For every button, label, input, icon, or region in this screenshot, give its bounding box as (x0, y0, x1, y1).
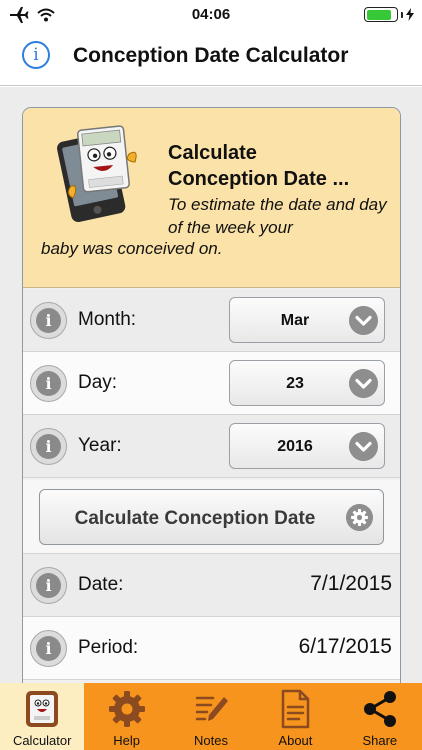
calculator-card: Calculate Conception Date ... To estimat… (22, 107, 401, 683)
date-value: 7/1/2015 (310, 572, 392, 595)
period-result-row: i Period: 6/17/2015 (23, 617, 400, 680)
year-row: i Year: 2016 (23, 415, 400, 478)
tab-notes[interactable]: Notes (169, 683, 253, 750)
battery-nub (401, 11, 403, 18)
chevron-down-icon (349, 306, 378, 335)
document-icon (282, 689, 310, 729)
month-info-button[interactable]: i (30, 302, 67, 339)
battery-level (366, 9, 392, 20)
tab-notes-label: Notes (194, 733, 228, 748)
content-area: Calculate Conception Date ... To estimat… (0, 87, 422, 683)
date-info-button[interactable]: i (30, 567, 67, 604)
day-info-button[interactable]: i (30, 365, 67, 402)
info-icon: i (36, 573, 61, 598)
calculator-mascot-icon (26, 691, 59, 727)
day-row: i Day: 23 (23, 352, 400, 415)
battery-icon (364, 7, 398, 22)
charging-bolt-icon (406, 8, 414, 21)
tab-help[interactable]: Help (84, 683, 168, 750)
tab-about-label: About (278, 733, 313, 748)
tab-help-label: Help (113, 733, 140, 748)
battery-indicator (364, 7, 414, 22)
calculate-button[interactable]: Calculate Conception Date (39, 489, 384, 545)
year-label: Year: (78, 435, 122, 456)
period-label: Period: (78, 637, 139, 658)
period-info-button[interactable]: i (30, 630, 67, 667)
month-label: Month: (78, 309, 137, 330)
calculate-row: Calculate Conception Date (23, 480, 400, 554)
year-picker[interactable]: 2016 (229, 423, 385, 469)
header-title: Calculate Conception Date ... (168, 140, 393, 192)
chevron-down-icon (349, 369, 378, 398)
tab-about[interactable]: About (253, 683, 337, 750)
tab-calculator[interactable]: Calculator (0, 683, 85, 750)
month-row: i Month: Mar (23, 289, 400, 352)
info-icon: i (36, 371, 61, 396)
info-icon: i (36, 434, 61, 459)
day-value: 23 (286, 375, 304, 392)
info-button[interactable]: i (22, 41, 50, 69)
header-subtitle-line2: baby was conceived on. (41, 239, 223, 258)
period-value: 6/17/2015 (298, 635, 392, 658)
month-picker[interactable]: Mar (229, 297, 385, 343)
info-icon: i (36, 636, 61, 661)
phone-mascot-icon (57, 125, 137, 222)
share-icon (363, 691, 396, 727)
header-subtitle-line1: To estimate the date and day of the week… (168, 195, 387, 237)
info-icon: i (36, 308, 61, 333)
nav-bar: i Conception Date Calculator (0, 30, 422, 86)
status-bar: 04:06 (0, 0, 422, 30)
page-title: Conception Date Calculator (73, 44, 349, 67)
tab-share[interactable]: Share (338, 683, 422, 750)
month-value: Mar (280, 312, 310, 329)
gear-icon (346, 504, 373, 531)
tab-bar: Calculator Help Notes About Share (0, 683, 422, 750)
calculate-button-label: Calculate Conception Date (74, 508, 316, 529)
date-label: Date: (78, 574, 124, 595)
day-label: Day: (78, 372, 118, 393)
status-time: 04:06 (191, 6, 231, 23)
date-result-row: i Date: 7/1/2015 (23, 554, 400, 617)
gear-icon (108, 691, 145, 727)
header-title-line2: Conception Date ... (168, 168, 350, 190)
header-title-line1: Calculate (168, 142, 257, 164)
notes-icon (195, 696, 229, 721)
year-info-button[interactable]: i (30, 428, 67, 465)
card-header: Calculate Conception Date ... To estimat… (23, 108, 400, 288)
chevron-down-icon (349, 432, 378, 461)
day-picker[interactable]: 23 (229, 360, 385, 406)
year-value: 2016 (277, 438, 313, 455)
tab-share-label: Share (362, 733, 398, 748)
tab-calculator-label: Calculator (12, 733, 72, 748)
